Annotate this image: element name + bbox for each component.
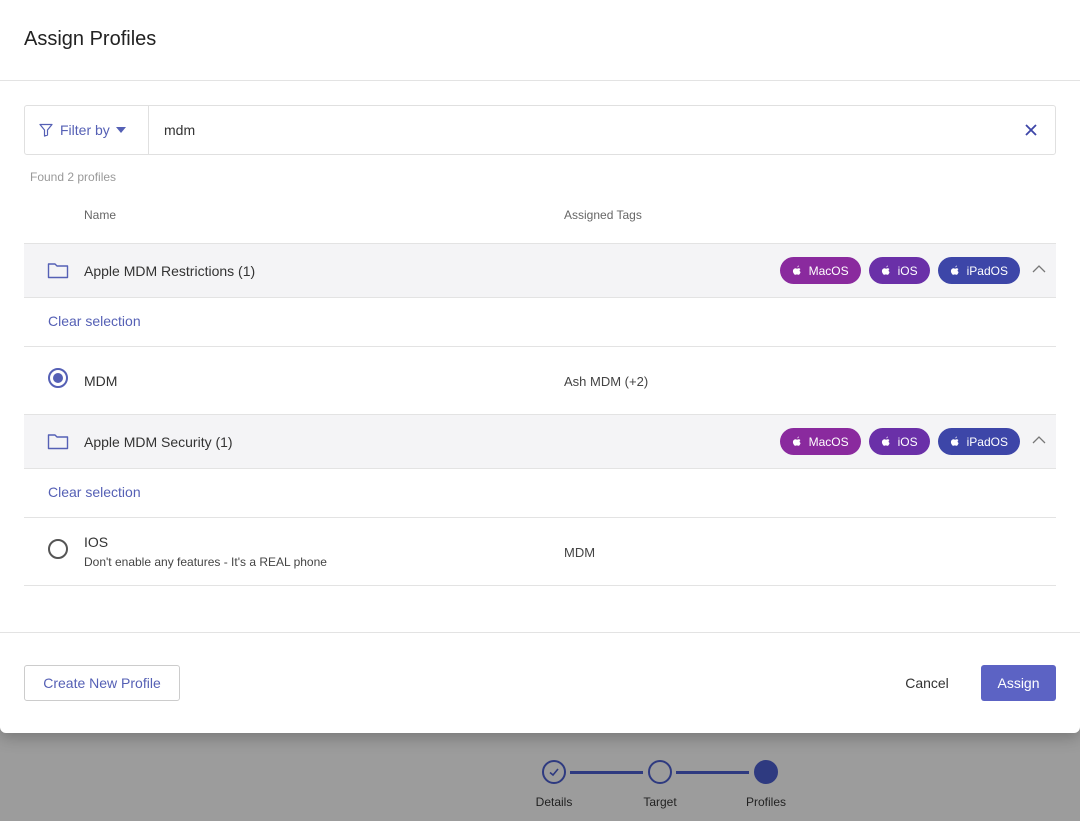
profile-name: IOS <box>84 534 109 550</box>
profile-radio-mdm[interactable] <box>48 368 68 388</box>
step-label-target: Target <box>643 795 677 809</box>
apple-icon <box>792 436 801 446</box>
group-name: Apple MDM Security (1) <box>84 434 233 450</box>
chevron-up-icon[interactable] <box>1032 435 1046 444</box>
profile-name: MDM <box>84 373 118 389</box>
profile-group-row[interactable]: Apple MDM Restrictions (1) MacOS iOS iPa… <box>24 243 1056 298</box>
divider <box>24 346 1056 347</box>
results-count: Found 2 profiles <box>30 170 117 184</box>
assign-profiles-modal: Assign Profiles Filter by Found 2 profil… <box>0 0 1080 733</box>
wizard-stepper: Details Target Profiles <box>0 755 1080 821</box>
profile-assigned-tags: Ash MDM (+2) <box>564 374 649 389</box>
tag-ipados: iPadOS <box>937 428 1020 455</box>
apple-icon <box>881 265 890 275</box>
step-connector <box>570 771 643 774</box>
clear-search-button[interactable] <box>1007 106 1055 154</box>
group-name: Apple MDM Restrictions (1) <box>84 263 256 279</box>
profile-assigned-tags: MDM <box>564 545 596 560</box>
folder-icon <box>47 263 69 279</box>
apple-icon <box>950 436 959 446</box>
filter-by-label: Filter by <box>60 122 110 138</box>
column-header-name: Name <box>84 208 117 222</box>
step-profiles-circle <box>754 760 778 784</box>
divider <box>24 517 1056 518</box>
cancel-button[interactable]: Cancel <box>888 665 966 701</box>
step-target-circle <box>648 760 672 784</box>
tag-ipados: iPadOS <box>937 257 1020 284</box>
step-connector <box>676 771 749 774</box>
close-icon <box>1025 124 1037 136</box>
caret-down-icon <box>115 127 126 133</box>
profile-radio-ios[interactable] <box>48 539 68 559</box>
tag-macos: MacOS <box>779 428 861 455</box>
search-input[interactable] <box>149 106 1007 154</box>
apple-icon <box>881 436 890 446</box>
apple-icon <box>792 265 801 275</box>
footer-divider <box>0 632 1080 633</box>
step-label-details: Details <box>535 795 573 809</box>
filter-funnel-icon <box>39 123 53 137</box>
step-details-check-icon <box>542 760 566 784</box>
tag-macos: MacOS <box>779 257 861 284</box>
filter-bar: Filter by <box>24 105 1056 155</box>
modal-header: Assign Profiles <box>0 0 1080 81</box>
profile-group-row[interactable]: Apple MDM Security (1) MacOS iOS iPadOS <box>24 414 1056 469</box>
folder-icon <box>47 434 69 450</box>
modal-title: Assign Profiles <box>24 28 157 50</box>
assign-button[interactable]: Assign <box>981 665 1056 701</box>
group-tags: MacOS iOS iPadOS <box>779 428 1020 455</box>
tag-ios: iOS <box>868 428 930 455</box>
column-header-assigned-tags: Assigned Tags <box>564 208 642 222</box>
clear-selection-link[interactable]: Clear selection <box>48 484 141 500</box>
chevron-up-icon[interactable] <box>1032 264 1046 273</box>
divider <box>24 585 1056 586</box>
create-new-profile-button[interactable]: Create New Profile <box>24 665 180 701</box>
step-label-profiles: Profiles <box>745 795 786 809</box>
filter-by-button[interactable]: Filter by <box>25 106 149 154</box>
apple-icon <box>950 265 959 275</box>
group-tags: MacOS iOS iPadOS <box>779 257 1020 284</box>
tag-ios: iOS <box>868 257 930 284</box>
profile-description: Don't enable any features - It's a REAL … <box>84 555 327 569</box>
clear-selection-link[interactable]: Clear selection <box>48 313 141 329</box>
